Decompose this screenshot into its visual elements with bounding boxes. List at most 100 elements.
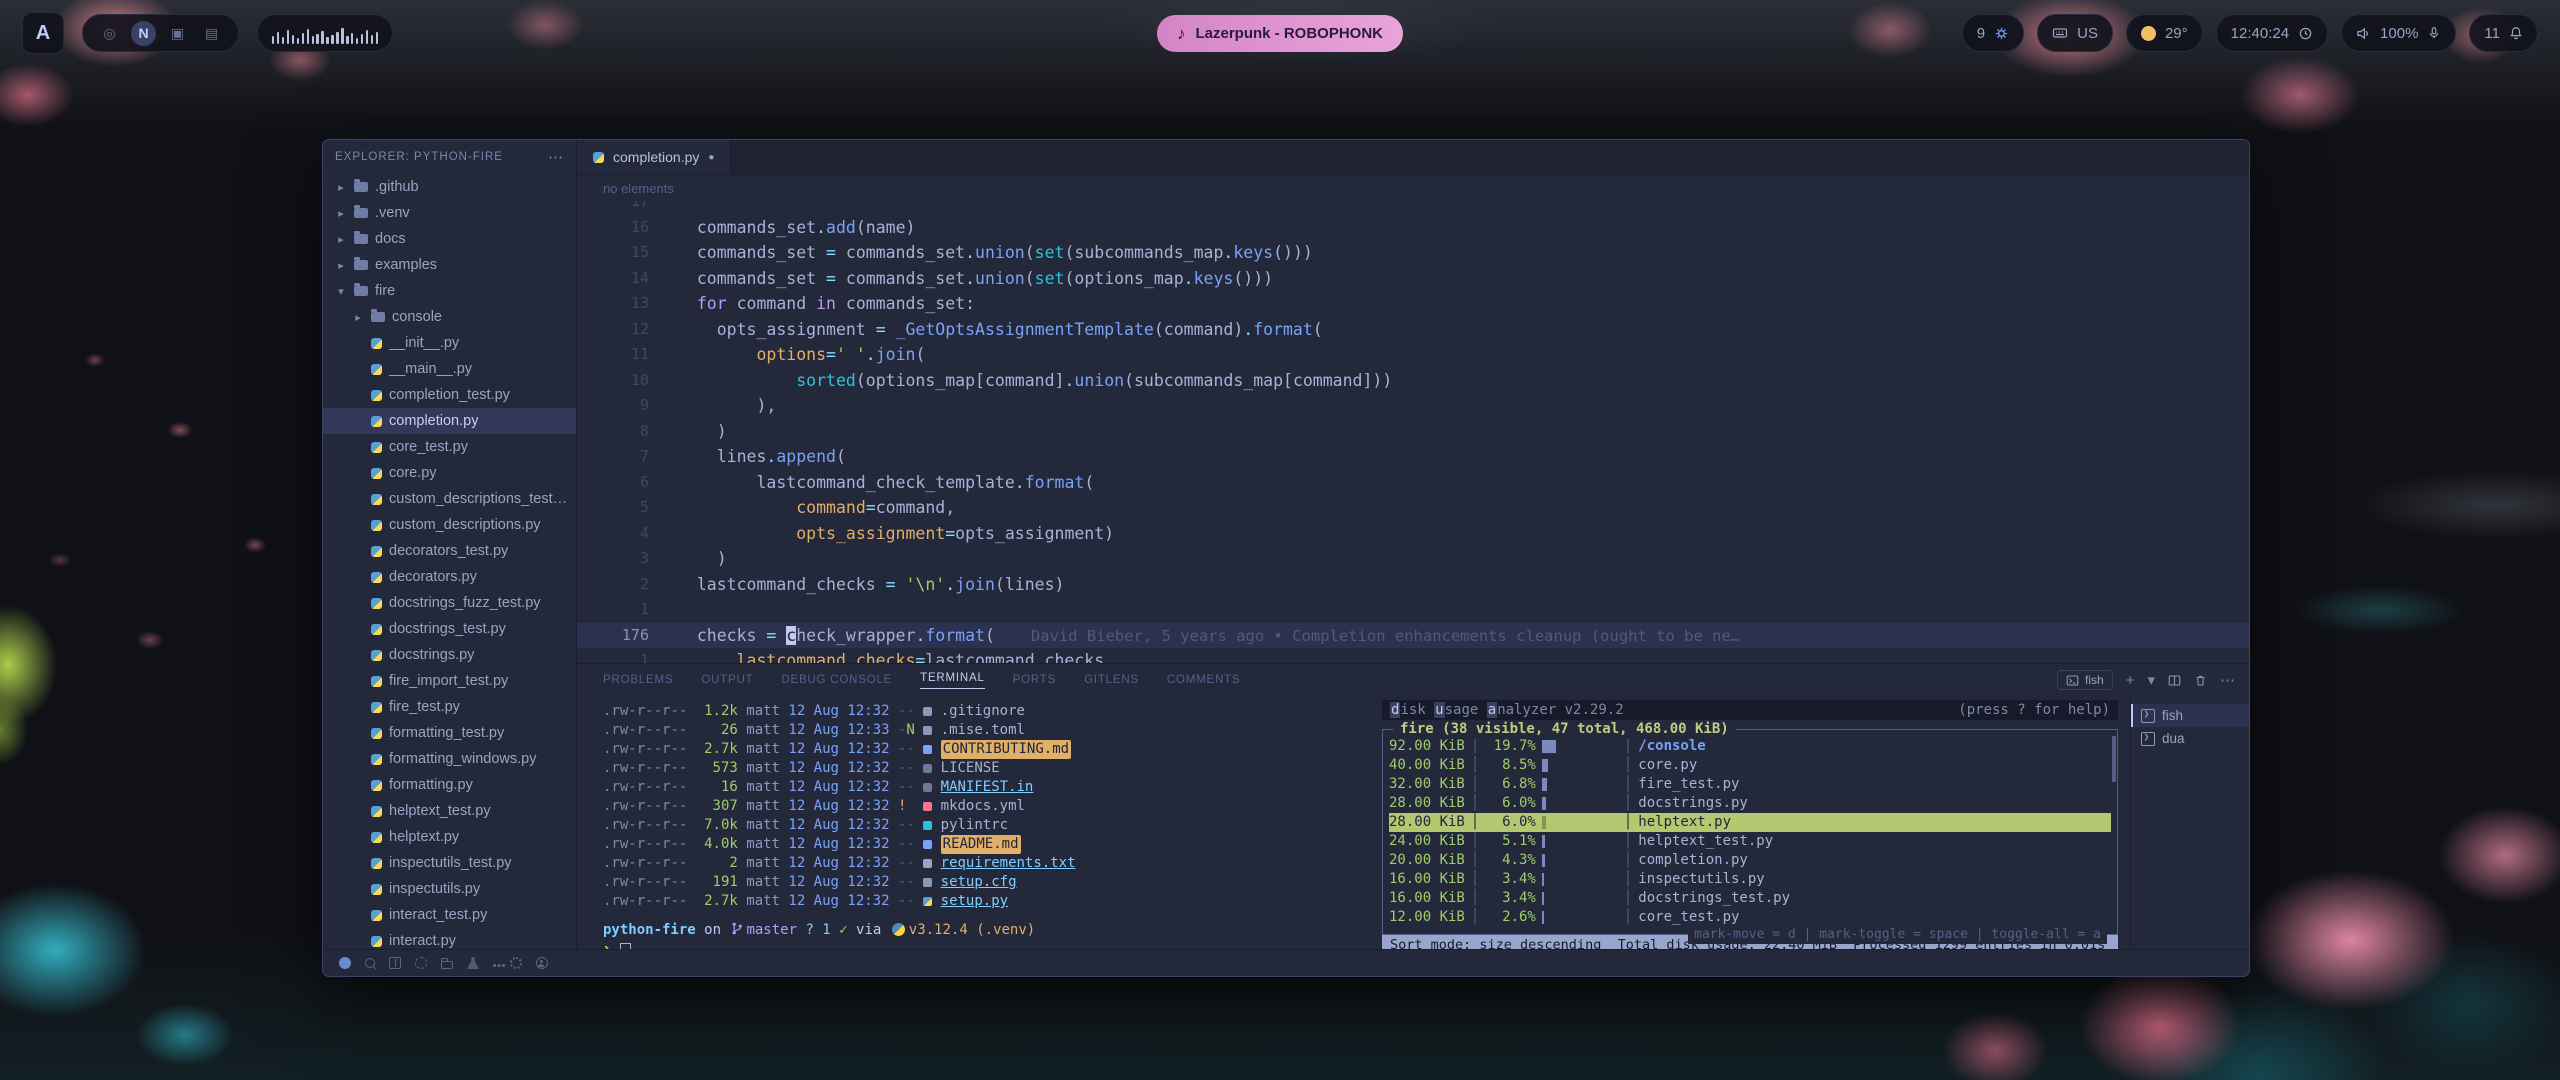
dua-entry-docstrings_test.py[interactable]: 16.00 KiB│3.4%│docstrings_test.py xyxy=(1389,889,2111,908)
terminal-session-dua[interactable]: dua xyxy=(2131,727,2249,750)
panel-tab-comments[interactable]: COMMENTS xyxy=(1167,674,1240,686)
tree-file-completion_test.py[interactable]: completion_test.py xyxy=(323,382,576,408)
code-line[interactable]: 5 command=command, xyxy=(577,495,2249,521)
dua-entry-core.py[interactable]: 40.00 KiB│8.5%│core.py xyxy=(1389,756,2111,775)
code-line[interactable]: 3 ) xyxy=(577,546,2249,572)
folder-icon[interactable] xyxy=(441,961,453,969)
tree-file-core.py[interactable]: core.py xyxy=(323,460,576,486)
app-launcher-button[interactable]: A xyxy=(22,12,64,54)
tab-completion-py[interactable]: completion.py ● xyxy=(577,140,731,174)
code-line[interactable]: 17 """ xyxy=(577,201,2249,215)
panel-tab-debug-console[interactable]: DEBUG CONSOLE xyxy=(781,674,892,686)
modified-dot-icon[interactable]: ● xyxy=(708,152,714,163)
panel-more-actions-button[interactable]: ⋯ xyxy=(2220,671,2235,689)
media-widget[interactable]: ♪ Lazerpunk - ROBOPHONK xyxy=(1157,15,1403,52)
terminal-dua[interactable]: disk usage analyzer v2.29.2 (press ? for… xyxy=(1370,696,2130,949)
code-line[interactable]: 13 for command in commands_set: xyxy=(577,291,2249,317)
tree-folder-fire[interactable]: ▾fire xyxy=(323,278,576,304)
tree-file-inspectutils.py[interactable]: inspectutils.py xyxy=(323,876,576,902)
breadcrumb[interactable]: no elements xyxy=(577,175,2249,201)
tree-file-interact_test.py[interactable]: interact_test.py xyxy=(323,902,576,928)
tree-file-core_test.py[interactable]: core_test.py xyxy=(323,434,576,460)
explorer-more-actions-button[interactable]: ⋯ xyxy=(548,148,564,166)
tree-folder-.github[interactable]: ▸.github xyxy=(323,174,576,200)
terminal-dropdown-button[interactable]: ▾ xyxy=(2147,671,2155,689)
dua-entry-completion.py[interactable]: 20.00 KiB│4.3%│completion.py xyxy=(1389,851,2111,870)
tree-file-decorators_test.py[interactable]: decorators_test.py xyxy=(323,538,576,564)
panel-tab-problems[interactable]: PROBLEMS xyxy=(603,674,673,686)
tree-folder-examples[interactable]: ▸examples xyxy=(323,252,576,278)
tree-file-custom_descriptions_test…[interactable]: custom_descriptions_test… xyxy=(323,486,576,512)
new-terminal-button[interactable]: + xyxy=(2126,672,2135,689)
dua-scrollbar[interactable] xyxy=(2112,736,2116,782)
tree-file-interact.py[interactable]: interact.py xyxy=(323,928,576,949)
code-line[interactable]: 15 commands_set = commands_set.union(set… xyxy=(577,240,2249,266)
tree-file-__init__.py[interactable]: __init__.py xyxy=(323,330,576,356)
dua-entry-helptext_test.py[interactable]: 24.00 KiB│5.1%│helptext_test.py xyxy=(1389,832,2111,851)
book-icon[interactable] xyxy=(389,957,401,969)
account-icon[interactable] xyxy=(536,957,548,969)
terminal-profile-chip[interactable]: fish xyxy=(2057,670,2113,690)
split-terminal-button[interactable] xyxy=(2168,674,2181,687)
tree-file-inspectutils_test.py[interactable]: inspectutils_test.py xyxy=(323,850,576,876)
weather-widget[interactable]: 29° xyxy=(2126,14,2203,52)
tree-folder-.venv[interactable]: ▸.venv xyxy=(323,200,576,226)
tree-file-helptext_test.py[interactable]: helptext_test.py xyxy=(323,798,576,824)
tree-folder-console[interactable]: ▸console xyxy=(323,304,576,330)
tree-file-decorators.py[interactable]: decorators.py xyxy=(323,564,576,590)
tree-file-helptext.py[interactable]: helptext.py xyxy=(323,824,576,850)
panel-tab-gitlens[interactable]: GITLENS xyxy=(1084,674,1139,686)
ellipsis-icon[interactable] xyxy=(493,964,496,967)
tree-file-formatting_test.py[interactable]: formatting_test.py xyxy=(323,720,576,746)
dua-entry-helptext.py[interactable]: 28.00 KiB│6.0%│helptext.py xyxy=(1389,813,2111,832)
code-line[interactable]: 14 commands_set = commands_set.union(set… xyxy=(577,266,2249,292)
panel-tab-terminal[interactable]: TERMINAL xyxy=(920,672,985,689)
dua-entry-docstrings.py[interactable]: 28.00 KiB│6.0%│docstrings.py xyxy=(1389,794,2111,813)
code-line[interactable]: 2 lastcommand_checks = '\n'.join(lines) xyxy=(577,572,2249,598)
workspace-button-w4[interactable]: ▤ xyxy=(199,21,224,46)
tree-file-fire_import_test.py[interactable]: fire_import_test.py xyxy=(323,668,576,694)
terminal-fish[interactable]: .rw-r--r--1.2kmatt12 Aug 12:32--.gitigno… xyxy=(577,696,1370,949)
remote-icon[interactable] xyxy=(339,957,351,969)
tree-file-docstrings_test.py[interactable]: docstrings_test.py xyxy=(323,616,576,642)
code-line[interactable]: 4 opts_assignment=opts_assignment) xyxy=(577,521,2249,547)
sync-icon[interactable] xyxy=(415,957,427,969)
code-editor[interactable]: 17 """16 commands_set.add(name)15 comman… xyxy=(577,201,2249,663)
code-line[interactable]: 8 ) xyxy=(577,419,2249,445)
gear-icon[interactable] xyxy=(510,957,522,969)
tree-file-docstrings.py[interactable]: docstrings.py xyxy=(323,642,576,668)
code-line[interactable]: 7 lines.append( xyxy=(577,444,2249,470)
tree-file-__main__.py[interactable]: __main__.py xyxy=(323,356,576,382)
panel-tab-output[interactable]: OUTPUT xyxy=(701,674,753,686)
code-line[interactable]: 12 opts_assignment = _GetOptsAssignmentT… xyxy=(577,317,2249,343)
code-line[interactable]: 176 checks = check_wrapper.format(David … xyxy=(577,623,2249,649)
dua-entry-console[interactable]: 92.00 KiB│19.7%│/console xyxy=(1389,737,2111,756)
system-graph-pill[interactable] xyxy=(257,14,393,52)
updates-widget[interactable]: 9 xyxy=(1962,14,2024,52)
dua-entry-fire_test.py[interactable]: 32.00 KiB│6.8%│fire_test.py xyxy=(1389,775,2111,794)
workspace-button-w2[interactable]: N xyxy=(131,21,156,46)
dua-entry-inspectutils.py[interactable]: 16.00 KiB│3.4%│inspectutils.py xyxy=(1389,870,2111,889)
tree-file-completion.py[interactable]: completion.py xyxy=(323,408,576,434)
tree-file-docstrings_fuzz_test.py[interactable]: docstrings_fuzz_test.py xyxy=(323,590,576,616)
tree-file-formatting_windows.py[interactable]: formatting_windows.py xyxy=(323,746,576,772)
code-line[interactable]: 9 ), xyxy=(577,393,2249,419)
tree-file-formatting.py[interactable]: formatting.py xyxy=(323,772,576,798)
tree-folder-docs[interactable]: ▸docs xyxy=(323,226,576,252)
workspace-button-w1[interactable]: ◎ xyxy=(97,21,122,46)
notifications-widget[interactable]: 11 xyxy=(2469,14,2538,52)
tree-file-custom_descriptions.py[interactable]: custom_descriptions.py xyxy=(323,512,576,538)
panel-tab-ports[interactable]: PORTS xyxy=(1013,674,1056,686)
code-line[interactable]: 16 commands_set.add(name) xyxy=(577,215,2249,241)
prompt-input-line[interactable]: ❯ xyxy=(603,942,1370,949)
clock-widget[interactable]: 12:40:24 xyxy=(2216,14,2328,52)
keyboard-layout-widget[interactable]: US xyxy=(2037,14,2113,52)
code-line[interactable]: 1 lastcommand_checks=lastcommand_checks, xyxy=(577,648,2249,663)
beaker-icon[interactable] xyxy=(467,957,479,969)
code-line[interactable]: 1 xyxy=(577,597,2249,623)
tree-file-fire_test.py[interactable]: fire_test.py xyxy=(323,694,576,720)
search-icon[interactable] xyxy=(365,958,375,968)
workspace-button-w3[interactable]: ▣ xyxy=(165,21,190,46)
code-line[interactable]: 10 sorted(options_map[command].union(sub… xyxy=(577,368,2249,394)
code-line[interactable]: 6 lastcommand_check_template.format( xyxy=(577,470,2249,496)
